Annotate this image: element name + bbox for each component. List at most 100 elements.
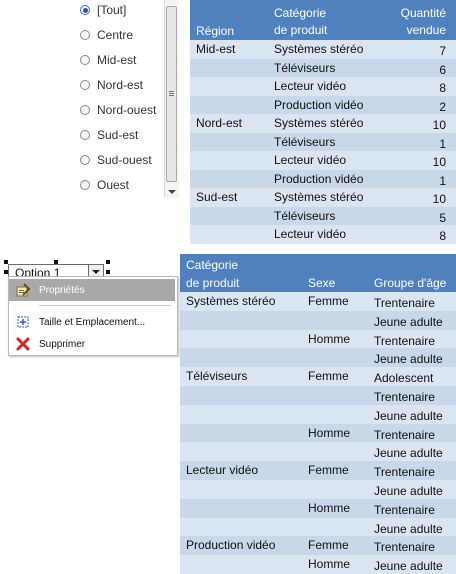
- age-group-cell: Trentenaire: [374, 296, 435, 310]
- category-cell: Lecteur vidéo: [274, 153, 347, 167]
- category-cell: Lecteur vidéo: [186, 463, 259, 478]
- radio-option[interactable]: Nord-ouest: [80, 100, 156, 120]
- sex-cell: Femme: [308, 294, 349, 308]
- header-category-line2: de produit: [274, 23, 328, 37]
- quantity-cell: 2: [439, 99, 446, 114]
- radio-option[interactable]: Nord-est: [80, 75, 143, 95]
- menu-item-label: Propriétés: [39, 284, 85, 296]
- radio-label: [Tout]: [97, 3, 127, 17]
- sex-cell: Homme: [308, 425, 351, 440]
- age-group-cell: Trentenaire: [374, 465, 435, 480]
- filter-scrollbar[interactable]: [164, 0, 179, 198]
- properties-icon: [15, 282, 31, 298]
- category-cell: Lecteur vidéo: [274, 79, 347, 93]
- age-group-cell: Jeune adulte: [374, 352, 443, 367]
- quantity-cell: 6: [439, 62, 446, 77]
- sex-cell: Femme: [308, 538, 349, 553]
- quantity-cell: 8: [439, 229, 446, 243]
- radio-checked-icon[interactable]: [80, 5, 90, 15]
- quantity-cell: 1: [439, 173, 446, 188]
- quantity-cell: 7: [439, 44, 446, 58]
- menu-item-label: Taille et Emplacement...: [39, 316, 146, 328]
- radio-label: Nord-est: [97, 78, 144, 92]
- menu-item-size-position[interactable]: Taille et Emplacement...: [9, 311, 175, 333]
- radio-option[interactable]: Centre: [80, 25, 133, 45]
- radio-option[interactable]: Ouest: [80, 175, 129, 195]
- quantity-cell: 10: [432, 155, 446, 169]
- header-quantity-line2: vendue: [406, 23, 446, 37]
- age-group-cell: Trentenaire: [374, 502, 435, 517]
- age-group-cell: Jeune adulte: [374, 484, 443, 498]
- radio-option[interactable]: [Tout]: [80, 0, 126, 20]
- sex-cell: Femme: [308, 463, 349, 478]
- header-category-line1: Catégorie: [186, 258, 239, 272]
- age-group-cell: Jeune adulte: [374, 408, 443, 423]
- category-cell: Production vidéo: [274, 171, 364, 186]
- radio-label: Centre: [97, 28, 134, 42]
- category-cell: Production vidéo: [274, 97, 364, 112]
- radio-unchecked-icon[interactable]: [80, 30, 90, 40]
- radio-label: Ouest: [97, 178, 130, 192]
- radio-label: Sud-ouest: [97, 153, 152, 167]
- sex-cell: Homme: [308, 331, 351, 346]
- header-region: Région: [196, 24, 235, 38]
- radio-label: Mid-est: [97, 53, 137, 67]
- quantity-cell: 5: [439, 210, 446, 225]
- size-position-icon: [15, 314, 31, 330]
- age-group-cell: Trentenaire: [374, 390, 435, 404]
- category-cell: Systèmes stéréo: [186, 294, 276, 308]
- header-category-line1: Catégorie: [274, 6, 327, 20]
- radio-unchecked-icon[interactable]: [80, 80, 90, 90]
- sex-cell: Homme: [308, 557, 351, 572]
- context-menu: Propriétés Taille et Emplacement... Supp…: [8, 276, 178, 356]
- menu-item-delete[interactable]: Supprimer: [9, 333, 175, 355]
- category-cell: Systèmes stéréo: [274, 42, 364, 56]
- radio-unchecked-icon[interactable]: [80, 130, 90, 140]
- quantity-cell: 1: [439, 136, 446, 151]
- category-cell: Téléviseurs: [274, 134, 336, 149]
- age-group-cell: Jeune adulte: [374, 446, 443, 461]
- radio-unchecked-icon[interactable]: [80, 155, 90, 165]
- category-cell: Téléviseurs: [186, 369, 248, 384]
- region-cell: Mid-est: [196, 42, 236, 56]
- age-group-cell: Jeune adulte: [374, 521, 443, 536]
- header-sex: Sexe: [308, 276, 336, 290]
- scroll-down-arrow-icon[interactable]: [168, 190, 176, 194]
- menu-item-properties[interactable]: Propriétés: [9, 279, 175, 301]
- category-cell: Téléviseurs: [274, 208, 336, 223]
- radio-unchecked-icon[interactable]: [80, 105, 90, 115]
- age-group-cell: Trentenaire: [374, 427, 435, 442]
- age-group-cell: Jeune adulte: [374, 559, 443, 574]
- region-cell: Sud-est: [196, 190, 238, 204]
- quantity-cell: 10: [432, 192, 446, 206]
- delete-icon: [15, 336, 31, 352]
- category-cell: Production vidéo: [186, 538, 276, 553]
- sex-cell: Femme: [308, 369, 349, 384]
- radio-option[interactable]: Sud-ouest: [80, 150, 152, 170]
- region-cell: Nord-est: [196, 116, 243, 130]
- header-quantity-line1: Quantité: [400, 6, 446, 20]
- category-cell: Systèmes stéréo: [274, 190, 364, 204]
- menu-separator: [39, 305, 171, 306]
- radio-label: Nord-ouest: [97, 103, 157, 117]
- demographics-table: Catégorie de produit Sexe Groupe d'âge S…: [180, 254, 456, 574]
- category-cell: Téléviseurs: [274, 60, 336, 75]
- header-category-line2: de produit: [186, 276, 240, 290]
- age-group-cell: Trentenaire: [374, 540, 435, 555]
- radio-option[interactable]: Mid-est: [80, 50, 136, 70]
- category-cell: Systèmes stéréo: [274, 116, 364, 130]
- quantity-cell: 10: [432, 118, 446, 132]
- age-group-cell: Adolescent: [374, 371, 434, 386]
- sex-cell: Homme: [308, 500, 351, 515]
- radio-unchecked-icon[interactable]: [80, 55, 90, 65]
- sales-by-region-table: Région Catégorie de produit Quantité ven…: [190, 0, 456, 244]
- radio-unchecked-icon[interactable]: [80, 180, 90, 190]
- age-group-cell: Trentenaire: [374, 333, 435, 348]
- header-age-group: Groupe d'âge: [374, 276, 447, 290]
- radio-option[interactable]: Sud-est: [80, 125, 138, 145]
- radio-label: Sud-est: [97, 128, 139, 142]
- age-group-cell: Jeune adulte: [374, 314, 443, 329]
- quantity-cell: 8: [439, 81, 446, 95]
- category-cell: Lecteur vidéo: [274, 227, 347, 241]
- scrollbar-thumb[interactable]: [166, 6, 177, 182]
